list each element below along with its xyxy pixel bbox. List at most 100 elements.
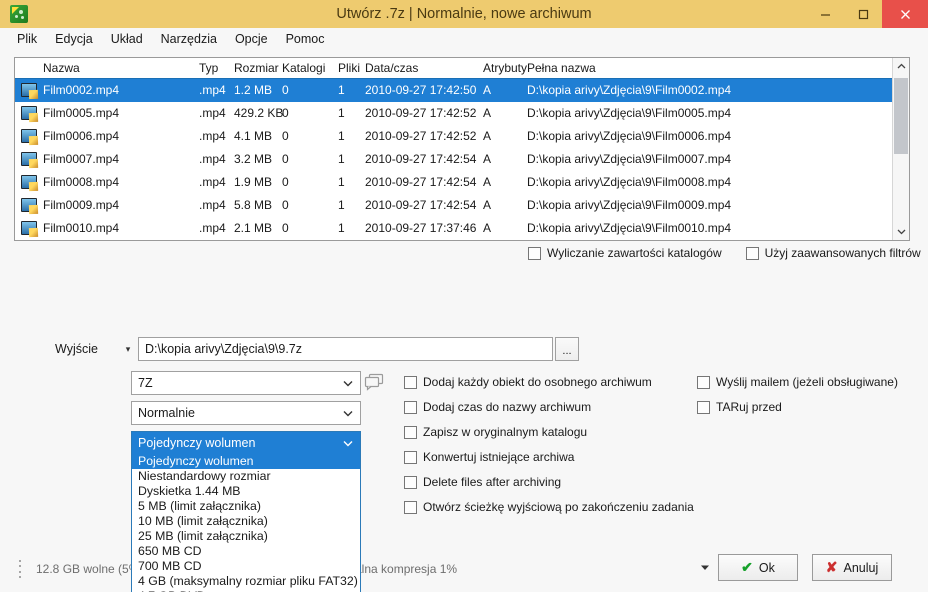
checkbox-box[interactable]	[745, 246, 759, 260]
volume-size-dropdown-list[interactable]: Pojedynczy wolumen Niestandardowy rozmia…	[131, 454, 361, 592]
menu-opcje[interactable]: Opcje	[226, 29, 277, 49]
cell-fullname: D:\kopia arivy\Zdjęcia\9\Film0010.mp4	[527, 221, 732, 235]
volume-size-combo[interactable]: Pojedynczy wolumen	[131, 431, 361, 455]
resize-grip-icon[interactable]	[18, 560, 22, 578]
checkbox-uzyj-zaawansowanych-filtrow[interactable]: Użyj zaawansowanych filtrów	[745, 246, 921, 260]
checkbox-otworz-sciezke-wyjsciowa[interactable]: Otwórz ścieżkę wyjściową po zakończeniu …	[404, 500, 694, 514]
checkbox-konwertuj-istniejace-archiwa[interactable]: Konwertuj istniejące archiwa	[404, 450, 694, 464]
column-header-nazwa[interactable]: Nazwa	[43, 61, 80, 75]
checkbox-dodaj-kazdy-obiekt[interactable]: Dodaj każdy obiekt do osobnego archiwum	[404, 375, 694, 389]
table-row[interactable]: Film0006.mp4 .mp4 4.1 MB 0 1 2010-09-27 …	[15, 125, 892, 148]
minimize-button[interactable]	[806, 0, 844, 28]
cell-name: Film0010.mp4	[43, 221, 120, 235]
checkbox-box[interactable]	[528, 246, 541, 260]
cell-datetime: 2010-09-27 17:42:54	[365, 152, 477, 166]
dropdown-item-pojedynczy-wolumen[interactable]: Pojedynczy wolumen	[132, 454, 360, 469]
video-file-icon	[21, 152, 39, 169]
cancel-button[interactable]: ✘ Anuluj	[812, 554, 892, 581]
checkbox-box[interactable]	[404, 425, 417, 439]
table-row[interactable]: Film0010.mp4 .mp4 2.1 MB 0 1 2010-09-27 …	[15, 217, 892, 240]
column-header-pliki[interactable]: Pliki	[338, 61, 360, 75]
compression-level-value: Normalnie	[138, 406, 195, 420]
menu-narzedzia[interactable]: Narzędzia	[152, 29, 226, 49]
checkbox-box[interactable]	[404, 500, 417, 514]
scroll-down-icon[interactable]	[893, 223, 909, 240]
dropdown-item-4gb-fat32[interactable]: 4 GB (maksymalny rozmiar pliku FAT32)	[132, 574, 360, 589]
archive-options-left-group: Dodaj każdy obiekt do osobnego archiwum …	[404, 375, 694, 525]
output-path-input[interactable]: D:\kopia arivy\Zdjęcia\9\9.7z	[138, 337, 553, 361]
cell-type: .mp4	[199, 221, 226, 235]
checkbox-label: Konwertuj istniejące archiwa	[423, 450, 575, 464]
cell-type: .mp4	[199, 152, 226, 166]
comment-bubble-icon[interactable]	[364, 373, 384, 391]
table-row[interactable]: Film0002.mp4 .mp4 1.2 MB 0 1 2010-09-27 …	[15, 79, 892, 102]
dropdown-item-dyskietka[interactable]: Dyskietka 1.44 MB	[132, 484, 360, 499]
more-options-caret-icon[interactable]	[700, 563, 710, 574]
table-row[interactable]: Film0007.mp4 .mp4 3.2 MB 0 1 2010-09-27 …	[15, 148, 892, 171]
volume-size-value: Pojedynczy wolumen	[138, 436, 256, 450]
checkbox-wyliczanie-zawartosci-katalogow[interactable]: Wyliczanie zawartości katalogów	[528, 246, 722, 260]
column-header-rozmiar[interactable]: Rozmiar	[234, 61, 279, 75]
cell-dirs: 0	[282, 83, 289, 97]
column-header-katalogi[interactable]: Katalogi	[282, 61, 325, 75]
video-file-icon	[21, 175, 39, 192]
menu-uklad[interactable]: Układ	[102, 29, 152, 49]
column-header-pelna-nazwa[interactable]: Pełna nazwa	[527, 61, 596, 75]
checkbox-box[interactable]	[404, 400, 417, 414]
browse-button[interactable]: ...	[555, 337, 579, 361]
dropdown-item-niestandardowy[interactable]: Niestandardowy rozmiar	[132, 469, 360, 484]
close-button[interactable]	[882, 0, 928, 28]
dropdown-item-5mb[interactable]: 5 MB (limit załącznika)	[132, 499, 360, 514]
column-header-typ[interactable]: Typ	[199, 61, 218, 75]
cell-attrs: A	[483, 221, 492, 235]
table-row[interactable]: Film0009.mp4 .mp4 5.8 MB 0 1 2010-09-27 …	[15, 194, 892, 217]
file-list: Nazwa Typ Rozmiar Katalogi Pliki Data/cz…	[14, 57, 910, 241]
dropdown-item-650mb-cd[interactable]: 650 MB CD	[132, 544, 360, 559]
ok-button[interactable]: ✔ Ok	[718, 554, 798, 581]
scroll-up-icon[interactable]	[893, 58, 909, 75]
menu-plik[interactable]: Plik	[8, 29, 46, 49]
chevron-down-icon[interactable]	[343, 439, 353, 450]
chevron-down-icon[interactable]	[343, 409, 353, 420]
checkbox-label: Delete files after archiving	[423, 475, 562, 489]
scrollbar-thumb[interactable]	[894, 78, 908, 154]
archive-format-combo[interactable]: 7Z	[131, 371, 361, 395]
cell-dirs: 0	[282, 106, 289, 120]
checkbox-dodaj-czas-do-nazwy[interactable]: Dodaj czas do nazwy archiwum	[404, 400, 694, 414]
video-file-icon	[21, 221, 39, 238]
checkbox-delete-files-after-archiving[interactable]: Delete files after archiving	[404, 475, 694, 489]
menu-edycja[interactable]: Edycja	[46, 29, 102, 49]
dropdown-item-25mb[interactable]: 25 MB (limit załącznika)	[132, 529, 360, 544]
file-list-scrollbar[interactable]	[892, 58, 909, 240]
checkbox-box[interactable]	[404, 375, 417, 389]
table-row[interactable]: Film0005.mp4 .mp4 429.2 KB 0 1 2010-09-2…	[15, 102, 892, 125]
cell-files: 1	[338, 152, 345, 166]
cell-size: 4.1 MB	[234, 129, 273, 143]
chevron-down-icon[interactable]	[343, 379, 353, 390]
archive-options-right-group: Wyślij mailem (jeżeli obsługiwane) TARuj…	[697, 375, 898, 425]
cell-dirs: 0	[282, 152, 289, 166]
compression-level-combo[interactable]: Normalnie	[131, 401, 361, 425]
checkbox-box[interactable]	[697, 400, 710, 414]
cell-fullname: D:\kopia arivy\Zdjęcia\9\Film0009.mp4	[527, 198, 732, 212]
checkbox-box[interactable]	[404, 475, 417, 489]
cancel-button-label: Anuluj	[843, 560, 879, 575]
checkbox-box[interactable]	[697, 375, 710, 389]
checkbox-wyslij-mailem[interactable]: Wyślij mailem (jeżeli obsługiwane)	[697, 375, 898, 389]
menu-bar: Plik Edycja Układ Narzędzia Opcje Pomoc	[0, 28, 928, 50]
column-header-data-czas[interactable]: Data/czas	[365, 61, 418, 75]
column-header-atrybuty[interactable]: Atrybuty	[483, 61, 527, 75]
cell-name: Film0008.mp4	[43, 175, 120, 189]
close-x-icon: ✘	[825, 559, 838, 575]
menu-pomoc[interactable]: Pomoc	[277, 29, 334, 49]
checkbox-label: Dodaj każdy obiekt do osobnego archiwum	[423, 375, 652, 389]
cell-fullname: D:\kopia arivy\Zdjęcia\9\Film0007.mp4	[527, 152, 732, 166]
dropdown-item-700mb-cd[interactable]: 700 MB CD	[132, 559, 360, 574]
dropdown-item-10mb[interactable]: 10 MB (limit załącznika)	[132, 514, 360, 529]
checkbox-zapisz-w-oryginalnym-katalogu[interactable]: Zapisz w oryginalnym katalogu	[404, 425, 694, 439]
output-preset-dropdown-icon[interactable]: ▾	[118, 338, 138, 360]
table-row[interactable]: Film0008.mp4 .mp4 1.9 MB 0 1 2010-09-27 …	[15, 171, 892, 194]
maximize-button[interactable]	[844, 0, 882, 28]
checkbox-box[interactable]	[404, 450, 417, 464]
checkbox-taruj-przed[interactable]: TARuj przed	[697, 400, 898, 414]
